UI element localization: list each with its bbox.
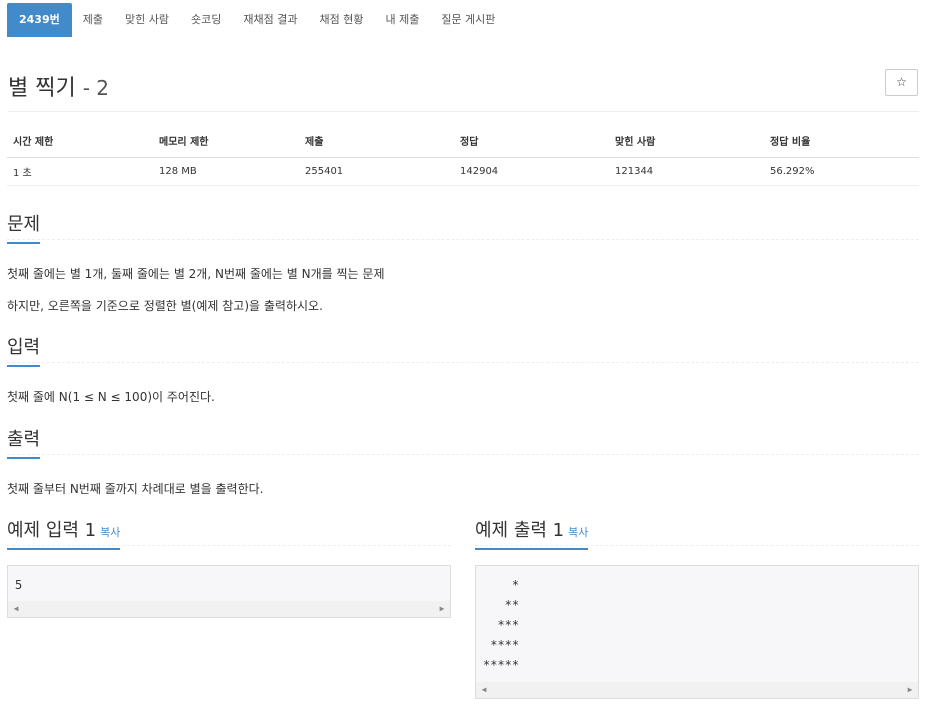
tab-my-submissions[interactable]: 내 제출 <box>374 3 430 37</box>
problem-title: 별 찍기 - 2 <box>8 70 109 102</box>
favorite-button[interactable]: ☆ <box>885 69 918 96</box>
example-input-title: 예제 입력 1 <box>7 520 97 541</box>
problem-info-table: 시간 제한 메모리 제한 제출 정답 맞힌 사람 정답 비율 1 초 128 M… <box>7 125 919 186</box>
tab-solved-users[interactable]: 맞힌 사람 <box>114 3 180 37</box>
star-icon: ☆ <box>896 75 907 89</box>
input-heading: 입력 <box>7 333 41 367</box>
input-description: 첫째 줄에 N(1 ≤ N ≤ 100)이 주어진다. <box>7 390 215 404</box>
table-header-row: 시간 제한 메모리 제한 제출 정답 맞힌 사람 정답 비율 <box>7 125 919 158</box>
scroll-right-icon[interactable]: ▶ <box>903 682 917 698</box>
copy-input-button[interactable]: 복사 <box>100 526 120 539</box>
example-output-header: 예제 출력 1 복사 <box>475 516 919 550</box>
problem-title-row: 별 찍기 - 2 ☆ <box>8 62 919 112</box>
input-section-header: 입력 <box>7 333 919 367</box>
output-section-header: 출력 <box>7 425 919 459</box>
example-output-box[interactable]: * ** *** **** ***** ◀ ▶ <box>475 565 919 699</box>
example-output-heading: 예제 출력 1 복사 <box>475 516 589 550</box>
example-output-content: * ** *** **** ***** <box>483 578 520 672</box>
time-limit-value: 1 초 <box>7 157 153 186</box>
memory-limit-value: 128 MB <box>153 157 299 186</box>
solved-users-value: 121344 <box>609 157 764 186</box>
header-accepted: 정답 <box>454 125 609 158</box>
example-input-heading: 예제 입력 1 복사 <box>7 516 121 550</box>
header-solved-users: 맞힌 사람 <box>609 125 764 158</box>
header-accept-ratio: 정답 비율 <box>764 125 919 158</box>
tab-short-coding[interactable]: 숏코딩 <box>180 3 232 37</box>
scroll-left-icon[interactable]: ◀ <box>477 682 491 698</box>
problem-title-text: 별 찍기 <box>8 76 76 101</box>
header-time-limit: 시간 제한 <box>7 125 153 158</box>
example-input-box[interactable]: 5 ◀ ▶ <box>7 565 451 618</box>
description-line-1: 첫째 줄에는 별 1개, 둘째 줄에는 별 2개, N번째 줄에는 별 N개를 … <box>7 267 385 281</box>
header-submissions: 제출 <box>299 125 454 158</box>
example-input-header: 예제 입력 1 복사 <box>7 516 451 550</box>
tab-rejudge-results[interactable]: 재채점 결과 <box>232 3 308 37</box>
scroll-left-icon[interactable]: ◀ <box>9 601 23 617</box>
accepted-value: 142904 <box>454 157 609 186</box>
scroll-right-icon[interactable]: ▶ <box>435 601 449 617</box>
problem-tabs: 2439번 제출 맞힌 사람 숏코딩 재채점 결과 채점 현황 내 제출 질문 … <box>7 3 506 37</box>
tab-submit[interactable]: 제출 <box>72 3 114 37</box>
description-section-header: 문제 <box>7 210 919 244</box>
example-input-scrollbar[interactable]: ◀ ▶ <box>8 601 450 617</box>
example-output-scrollbar[interactable]: ◀ ▶ <box>476 682 918 698</box>
submissions-value: 255401 <box>299 157 454 186</box>
tab-question-board[interactable]: 질문 게시판 <box>430 3 506 37</box>
problem-title-suffix: - 2 <box>82 76 110 100</box>
example-input-content: 5 <box>15 578 23 592</box>
table-row: 1 초 128 MB 255401 142904 121344 56.292% <box>7 157 919 186</box>
example-output-title: 예제 출력 1 <box>475 520 565 541</box>
output-heading: 출력 <box>7 425 41 459</box>
description-heading: 문제 <box>7 210 41 244</box>
tab-judge-status[interactable]: 채점 현황 <box>308 3 374 37</box>
tab-problem[interactable]: 2439번 <box>7 3 72 37</box>
accept-ratio-value: 56.292% <box>764 157 919 186</box>
description-line-2: 하지만, 오른쪽을 기준으로 정렬한 별(예제 참고)을 출력하시오. <box>7 299 323 313</box>
header-memory-limit: 메모리 제한 <box>153 125 299 158</box>
output-description: 첫째 줄부터 N번째 줄까지 차례대로 별을 출력한다. <box>7 482 264 496</box>
copy-output-button[interactable]: 복사 <box>568 526 588 539</box>
